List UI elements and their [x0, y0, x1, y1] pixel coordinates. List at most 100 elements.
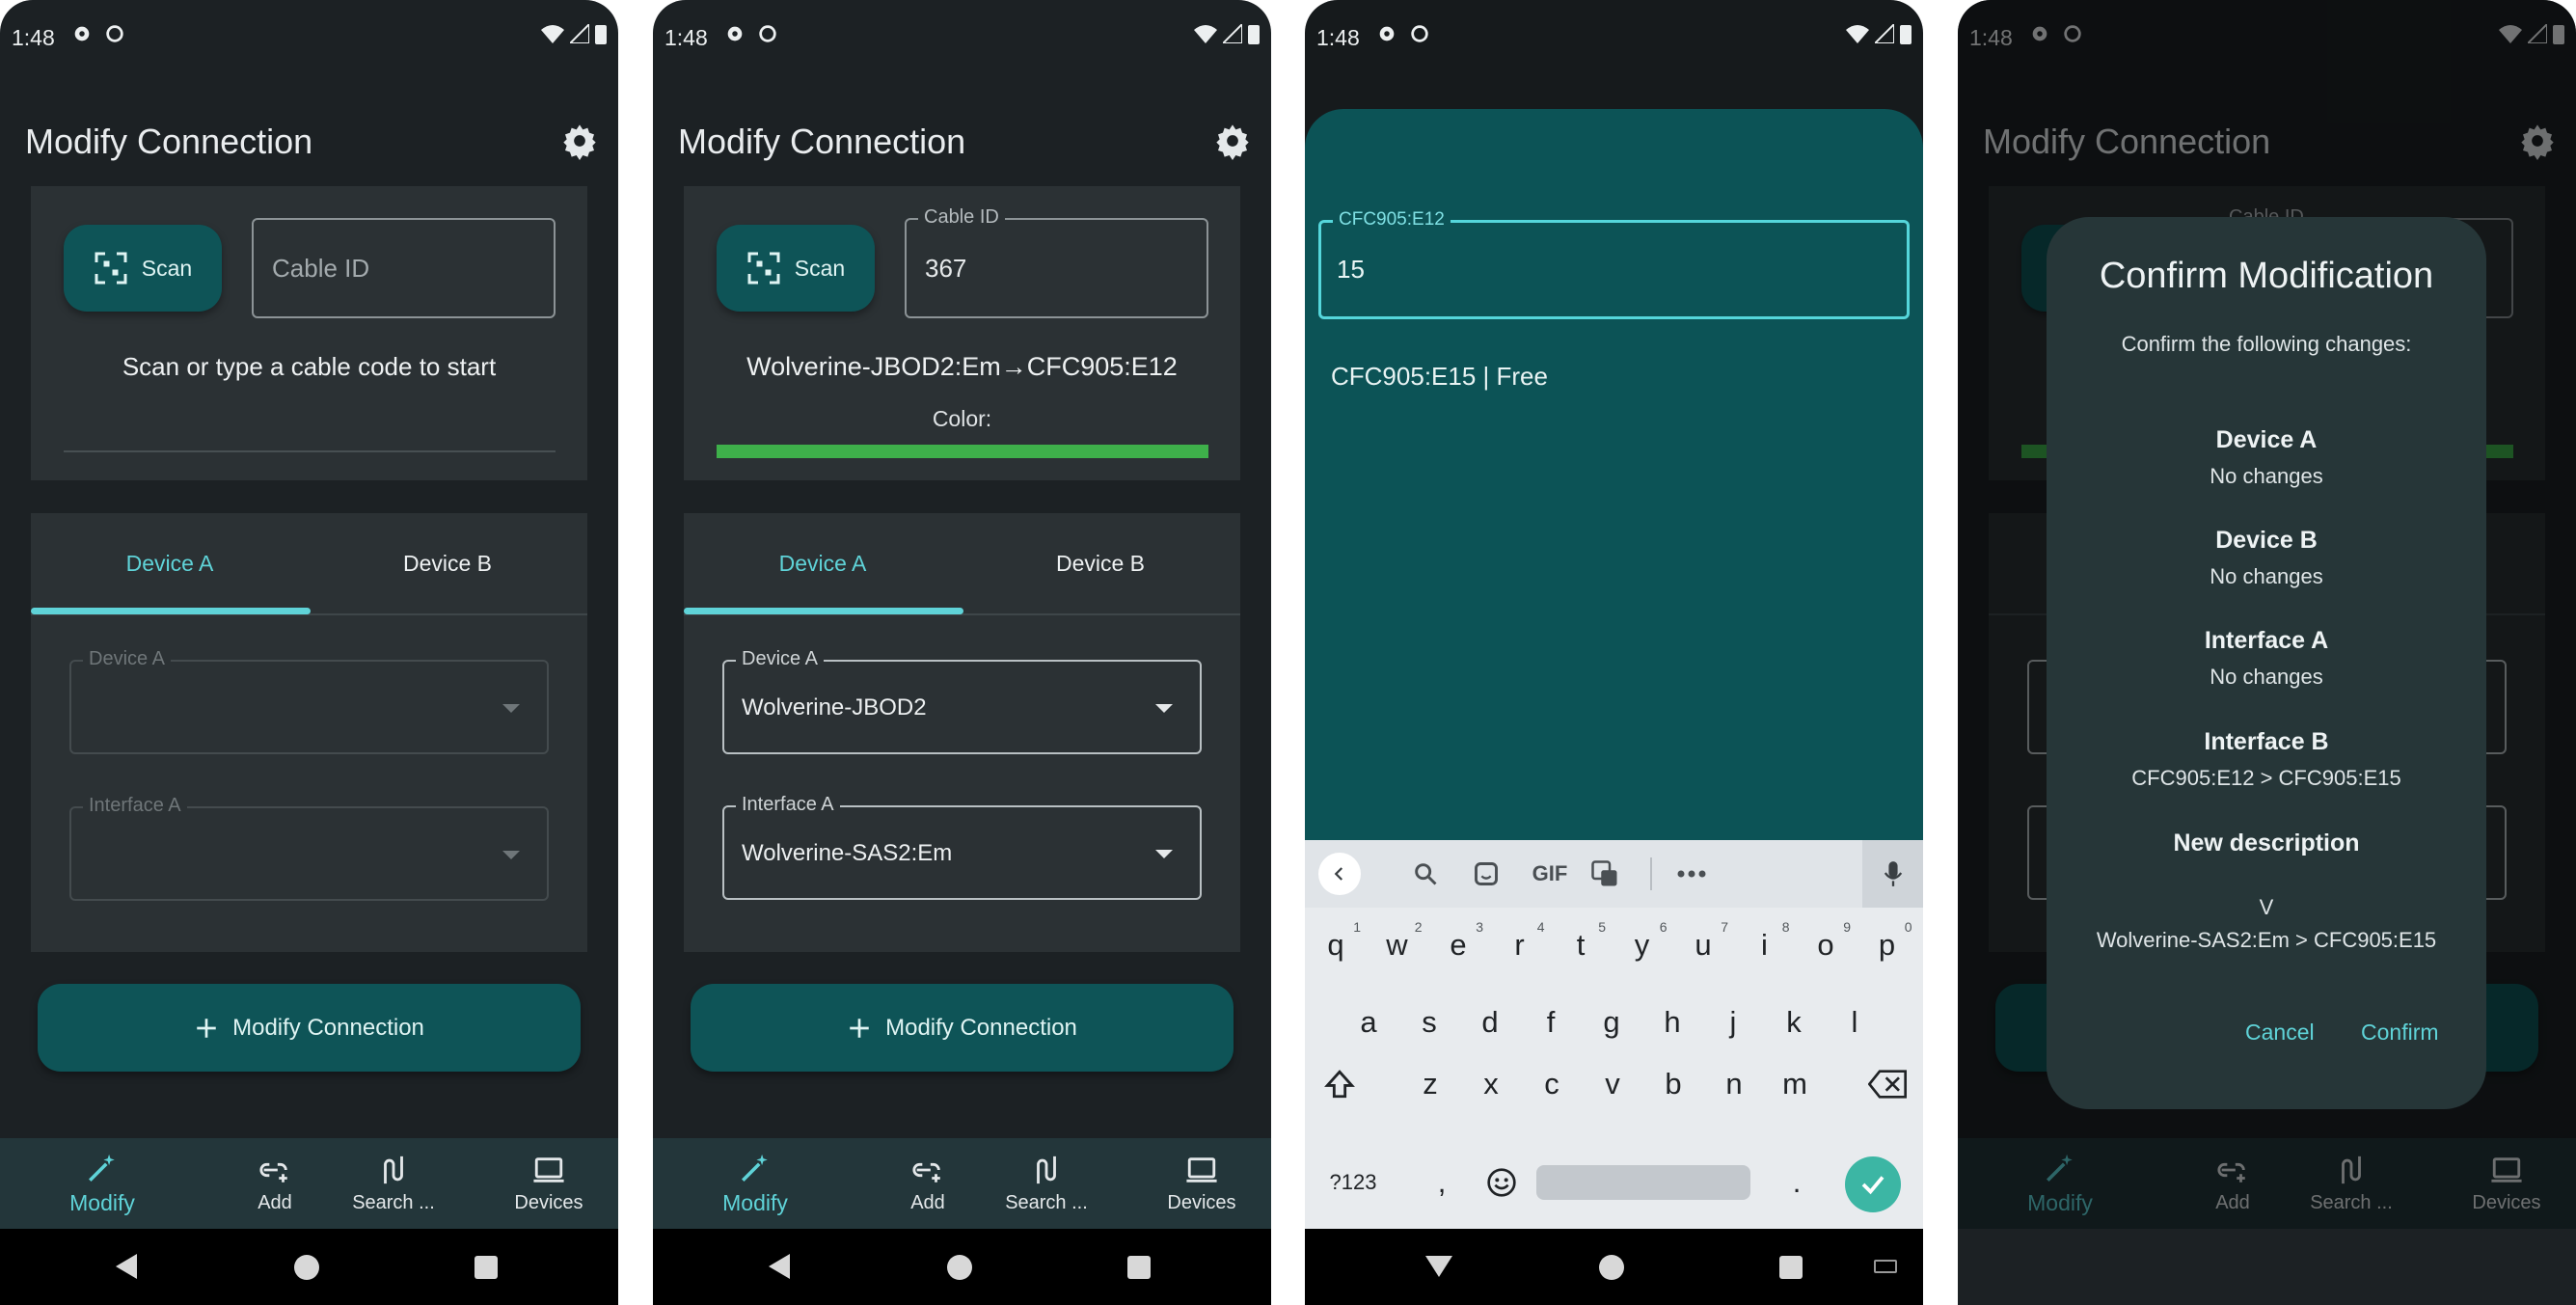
key-d[interactable]: d — [1461, 994, 1519, 1050]
change-description-head: New description — [2173, 829, 2360, 856]
nav-devices[interactable]: Devices — [481, 1138, 616, 1229]
nav-add[interactable]: Add — [207, 1138, 342, 1229]
shift-key[interactable] — [1311, 1056, 1369, 1112]
hide-keyboard-icon[interactable] — [1425, 1256, 1452, 1277]
key-c[interactable]: c — [1523, 1056, 1581, 1112]
key-l[interactable]: l — [1826, 994, 1884, 1050]
key-h[interactable]: h — [1643, 994, 1701, 1050]
interface-a-dropdown[interactable]: Interface A Wolverine-SAS2:Em — [722, 794, 1202, 900]
recents-icon[interactable] — [1779, 1256, 1803, 1279]
key-z[interactable]: z — [1401, 1056, 1459, 1112]
tab-device-b[interactable]: Device B — [962, 513, 1239, 613]
status-time: 1:48 — [664, 25, 708, 50]
backspace-key[interactable] — [1858, 1056, 1916, 1112]
qr-scan-icon — [95, 252, 127, 285]
gif-button[interactable]: GIF — [1522, 854, 1578, 894]
change-device-b-head: Device B — [2215, 527, 2318, 554]
key-label: w — [1386, 928, 1408, 962]
soft-keyboard: GIF q1w2e3r4t5y6u7i8o9p0 asdfghjkl zxcvbnm… — [1305, 840, 1923, 1229]
home-icon[interactable] — [1599, 1255, 1624, 1280]
key-b[interactable]: b — [1644, 1056, 1702, 1112]
interface-a-dropdown[interactable]: Interface A — [69, 795, 549, 901]
system-navigation-bar — [0, 1229, 618, 1305]
key-e[interactable]: e3 — [1429, 917, 1487, 973]
comma-key[interactable]: , — [1413, 1155, 1471, 1210]
tab-device-a[interactable]: Device A — [684, 513, 962, 613]
back-icon[interactable] — [769, 1254, 790, 1279]
nav-modify[interactable]: Modify — [688, 1138, 823, 1229]
key-o[interactable]: o9 — [1797, 917, 1855, 973]
key-a[interactable]: a — [1340, 994, 1397, 1050]
key-g[interactable]: g — [1583, 994, 1641, 1050]
device-a-dropdown[interactable]: Device A — [69, 648, 549, 754]
dropdown-arrow-icon — [502, 851, 520, 859]
home-icon[interactable] — [294, 1255, 319, 1280]
modify-connection-button[interactable]: Modify Connection — [38, 984, 581, 1072]
recents-icon[interactable] — [475, 1256, 498, 1279]
translate-icon[interactable] — [1585, 854, 1625, 894]
key-p[interactable]: p0 — [1858, 917, 1916, 973]
key-label: u — [1695, 928, 1712, 962]
key-n[interactable]: n — [1705, 1056, 1763, 1112]
key-v[interactable]: v — [1584, 1056, 1641, 1112]
key-t[interactable]: t5 — [1552, 917, 1610, 973]
period-key[interactable]: . — [1768, 1155, 1826, 1210]
bottom-navigation: Modify Add Search ... Devices — [653, 1138, 1271, 1229]
scan-button[interactable]: Scan — [64, 225, 222, 312]
key-label: b — [1665, 1067, 1682, 1101]
nav-modify[interactable]: Modify — [35, 1138, 170, 1229]
battery-icon — [1248, 25, 1260, 44]
scan-button[interactable]: Scan — [717, 225, 875, 312]
confirm-dialog: Confirm Modification Confirm the followi… — [2047, 217, 2486, 1109]
color-label: Color: — [932, 406, 992, 431]
key-x[interactable]: x — [1462, 1056, 1520, 1112]
key-number-hint: 0 — [1904, 919, 1912, 935]
modify-connection-button[interactable]: Modify Connection — [691, 984, 1234, 1072]
symbols-key[interactable]: ?123 — [1315, 1155, 1392, 1210]
key-m[interactable]: m — [1766, 1056, 1824, 1112]
emoji-icon[interactable] — [1473, 1155, 1531, 1210]
back-icon[interactable] — [116, 1254, 137, 1279]
keyboard-switch-icon[interactable] — [1874, 1260, 1897, 1273]
key-y[interactable]: y6 — [1613, 917, 1671, 973]
chevron-left-icon[interactable] — [1318, 853, 1361, 895]
change-interface-a-head: Interface A — [2204, 627, 2329, 654]
space-key[interactable] — [1536, 1165, 1750, 1200]
more-icon[interactable] — [1671, 854, 1712, 894]
key-f[interactable]: f — [1522, 994, 1580, 1050]
nav-search[interactable]: Search ... — [979, 1138, 1114, 1229]
recents-icon[interactable] — [1127, 1256, 1151, 1279]
tab-device-b[interactable]: Device B — [309, 513, 586, 613]
change-device-a-value: No changes — [2210, 464, 2323, 488]
microphone-icon[interactable] — [1862, 840, 1923, 908]
settings-gear-icon[interactable] — [560, 122, 599, 160]
key-q[interactable]: q1 — [1307, 917, 1365, 973]
device-a-dropdown[interactable]: Device A Wolverine-JBOD2 — [722, 648, 1202, 754]
cancel-button[interactable]: Cancel — [2245, 1020, 2315, 1046]
tab-device-a[interactable]: Device A — [31, 513, 309, 613]
key-i[interactable]: i8 — [1736, 917, 1794, 973]
nav-devices[interactable]: Devices — [1134, 1138, 1269, 1229]
home-icon[interactable] — [947, 1255, 972, 1280]
key-w[interactable]: w2 — [1369, 917, 1426, 973]
enter-check-icon[interactable] — [1845, 1156, 1901, 1212]
settings-gear-icon[interactable] — [1213, 122, 1252, 160]
dropdown-arrow-icon — [502, 704, 520, 713]
dialog-subtitle: Confirm the following changes: — [2121, 332, 2412, 356]
interface-b-input[interactable]: CFC905:E12 15 — [1318, 209, 1910, 319]
interface-suggestion[interactable]: CFC905:E15 | Free — [1331, 362, 1548, 392]
sticker-icon[interactable] — [1466, 854, 1506, 894]
key-j[interactable]: j — [1704, 994, 1762, 1050]
search-icon[interactable] — [1405, 854, 1446, 894]
cable-id-input[interactable]: Cable ID 367 — [905, 206, 1208, 318]
nav-search[interactable]: Search ... — [326, 1138, 461, 1229]
confirm-button[interactable]: Confirm — [2361, 1020, 2439, 1046]
key-r[interactable]: r4 — [1491, 917, 1549, 973]
cable-id-input[interactable]: Cable ID — [252, 218, 556, 318]
key-u[interactable]: u7 — [1674, 917, 1732, 973]
key-label: o — [1817, 928, 1834, 962]
key-s[interactable]: s — [1400, 994, 1458, 1050]
connection-summary: Wolverine-JBOD2:Em→CFC905:E12 — [746, 352, 1178, 381]
key-k[interactable]: k — [1765, 994, 1823, 1050]
nav-add[interactable]: Add — [860, 1138, 995, 1229]
